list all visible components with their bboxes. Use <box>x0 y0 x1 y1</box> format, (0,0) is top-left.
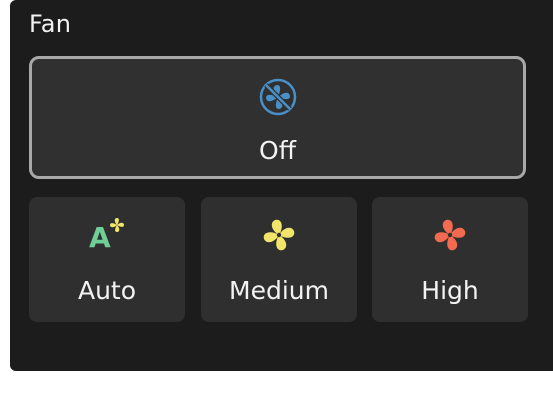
fan-auto-icon: A <box>89 218 124 252</box>
panel-title: Fan <box>29 10 72 38</box>
fan-auto-button[interactable]: A Auto <box>29 197 185 322</box>
fan-control-panel: Fan Off A Auto Medium High <box>10 0 553 371</box>
fan-off-icon <box>259 78 296 116</box>
fan-medium-button[interactable]: Medium <box>201 197 357 322</box>
svg-text:A: A <box>89 221 111 252</box>
fan-medium-label: Medium <box>229 276 329 305</box>
fan-high-button[interactable]: High <box>372 197 528 322</box>
fan-high-icon <box>434 219 466 251</box>
fan-medium-icon <box>263 219 295 251</box>
fan-off-label: Off <box>259 136 296 165</box>
fan-high-label: High <box>421 276 479 305</box>
fan-off-button[interactable]: Off <box>29 56 526 179</box>
fan-auto-label: Auto <box>77 276 137 305</box>
